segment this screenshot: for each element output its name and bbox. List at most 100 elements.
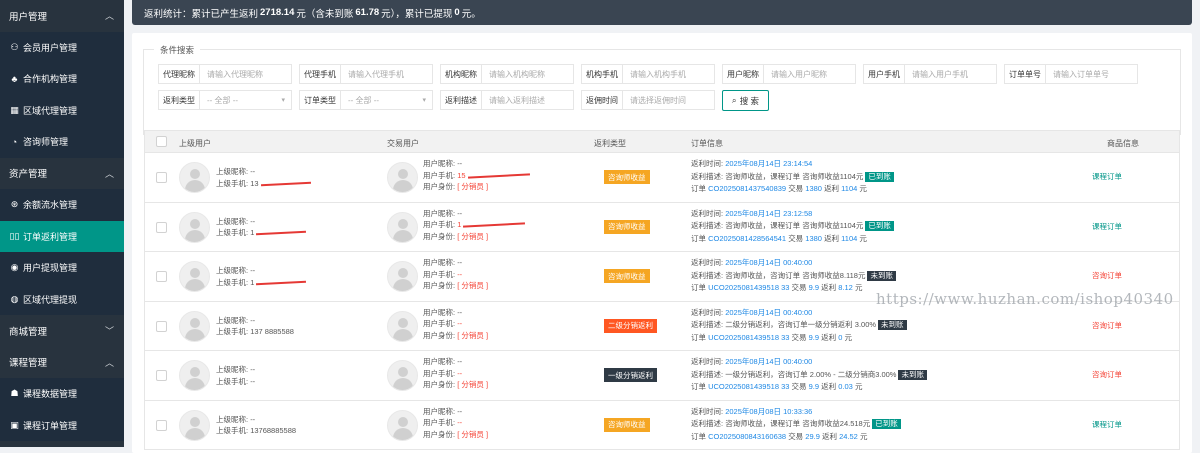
rebate-time: 2025年08月08日 10:33:36 [725, 406, 813, 416]
filter-input[interactable]: 请输入订单单号 [1045, 64, 1138, 84]
superior-phone-line: 上级手机: 1 [216, 277, 307, 289]
select-value: -- 全部 -- [348, 95, 380, 105]
sidebar-item[interactable]: ⊛ 余额流水管理 [0, 189, 124, 221]
goods-link[interactable]: 咨询订单 [1092, 320, 1122, 331]
filter-input[interactable]: 请输入机构昵称 [481, 64, 574, 84]
order-number[interactable]: CO2025080843160638 [708, 432, 786, 441]
superior-nick-line: 上级昵称: -- [216, 364, 255, 376]
header-superior: 上级用户 [179, 139, 211, 148]
redaction-mark [256, 280, 307, 285]
superior-info: 上级昵称: -- 上级手机: 1 [216, 216, 307, 239]
label: 用户身份: [423, 380, 456, 389]
filter-label: 返利类型 [158, 90, 199, 110]
filter-select[interactable]: -- 全部 -- ▾ [340, 90, 433, 110]
label: 用户手机: [423, 220, 456, 229]
header-type: 返利类型 [594, 139, 626, 148]
trader-phone: -- [457, 319, 463, 328]
row-checkbox[interactable] [156, 370, 167, 381]
label: 交易 [791, 332, 807, 342]
filter-label: 返佣时间 [581, 90, 622, 110]
sidebar-item-label: 咨询师管理 [23, 137, 69, 148]
goods-link[interactable]: 咨询订单 [1092, 369, 1122, 380]
order-info: 返利时间: 2025年08月14日 23:14:54 返利描述: 咨询师收益，课程… [691, 158, 894, 196]
sidebar-item[interactable]: ⚇ 会员用户管理 [0, 31, 124, 63]
order-info: 返利时间: 2025年08月08日 10:33:36 返利描述: 咨询师收益，课程… [691, 406, 901, 444]
sidebar-item[interactable]: ♣ 合作机构管理 [0, 63, 124, 95]
goods-link[interactable]: 课程订单 [1092, 419, 1122, 430]
sidebar-item[interactable]: ◍ 区域代理提现 [0, 283, 124, 315]
sidebar-group[interactable]: 资产管理 ︿ [0, 157, 124, 189]
table-row: 上级昵称: -- 上级手机: 13 用户昵称: -- 用户手机: 15 用户身份: [ … [144, 153, 1180, 203]
goods-link[interactable]: 咨询订单 [1092, 270, 1122, 281]
order-number[interactable]: UCO2025081439518 33 [708, 382, 789, 391]
watermark: https://www.huzhan.com/ishop40340 [876, 290, 1174, 308]
search-button[interactable]: ⌕ 搜 索 [722, 90, 769, 111]
row-checkbox[interactable] [156, 320, 167, 332]
superior-info: 上级昵称: -- 上级手机: 1 [216, 265, 307, 289]
superior-avatar [179, 360, 210, 391]
label: 上级手机: [216, 426, 249, 435]
sidebar-item[interactable]: ▯▯ 订单返利管理 [0, 220, 124, 252]
status-badge: 未到账 [878, 320, 907, 330]
select-all-checkbox[interactable] [156, 136, 167, 147]
row-checkbox[interactable] [156, 221, 167, 233]
filter-field: 返利类型 -- 全部 -- ▾ [158, 90, 299, 110]
trader-nick: -- [457, 357, 463, 366]
filter-input[interactable]: 请输入用户昵称 [763, 64, 856, 84]
sidebar-group[interactable]: 咨询管理︿ [0, 441, 124, 447]
rebate-amount: 1104 [841, 233, 858, 243]
label: 用户手机: [423, 269, 456, 279]
label: 用户手机: [423, 319, 456, 328]
label: 交易 [791, 382, 807, 391]
filter-label: 订单类型 [299, 90, 340, 110]
table-row: 上级昵称: -- 上级手机: 1 用户昵称: -- 用户手机: 1 用户身份: [ 分销… [144, 202, 1180, 252]
filter-input[interactable]: 请输入机构手机 [622, 64, 715, 84]
rebate-desc-line: 返利描述: 咨询师收益，课程订单 咨询师收益1104元 已到账 [691, 171, 894, 184]
row-checkbox[interactable] [156, 271, 167, 282]
trader-role-line: 用户身份: [ 分销员 ] [423, 429, 488, 441]
filter-field: 机构昵称 请输入机构昵称 [440, 64, 581, 84]
sidebar-item[interactable]: ▣ 课程订单管理 [0, 409, 124, 441]
redaction-mark [463, 222, 526, 228]
label: 用户手机: [423, 170, 456, 180]
input-placeholder: 请输入返利描述 [489, 95, 545, 105]
label: 上级手机: [216, 277, 249, 287]
chevron-down-icon: ▾ [281, 97, 285, 104]
trade-amount: 1380 [805, 184, 822, 193]
filter-input[interactable]: 请选择返佣时间 [622, 90, 715, 110]
row-checkbox[interactable] [156, 419, 167, 431]
input-placeholder: 请输入机构昵称 [489, 69, 545, 79]
filter-select[interactable]: -- 全部 -- ▾ [199, 90, 292, 110]
input-placeholder: 请输入订单单号 [1053, 69, 1109, 79]
trader-avatar [387, 162, 418, 193]
filter-input[interactable]: 请输入用户手机 [904, 64, 997, 84]
sidebar-item-label: 用户提现管理 [23, 263, 78, 274]
label: 上级昵称: [216, 216, 249, 226]
filter-input[interactable]: 请输入代理手机 [340, 64, 433, 84]
sidebar-item[interactable]: ◔ 咨询师管理 [0, 126, 124, 158]
sidebar-group[interactable]: 商城管理 ﹀ [0, 315, 124, 347]
filter-field: 代理手机 请输入代理手机 [299, 64, 440, 84]
trader-role: [ 分销员 ] [457, 380, 489, 389]
trader-nick-line: 用户昵称: -- [423, 158, 530, 170]
rebate-type-badge: 咨询师收益 [604, 219, 650, 234]
order-number[interactable]: UCO2025081439518 33 [708, 333, 789, 342]
goods-link[interactable]: 课程订单 [1092, 221, 1122, 232]
sidebar-item[interactable]: ☗ 课程数据管理 [0, 378, 124, 410]
row-checkbox[interactable] [156, 172, 167, 183]
filter-input[interactable]: 请输入返利描述 [481, 90, 574, 110]
label: 返利描述: [691, 171, 724, 181]
label: 返利时间: [691, 307, 724, 317]
sidebar-group[interactable]: 用户管理 ︿ [0, 0, 124, 32]
goods-link[interactable]: 课程订单 [1092, 171, 1122, 182]
order-number[interactable]: CO2025081428564541 [708, 234, 786, 243]
sidebar-group[interactable]: 课程管理 ︿ [0, 346, 124, 378]
sidebar-item[interactable]: ◉ 用户提现管理 [0, 252, 124, 284]
superior-avatar [179, 211, 210, 243]
sidebar-item[interactable]: ▦ 区域代理管理 [0, 94, 124, 126]
filter-input[interactable]: 请输入代理昵称 [199, 64, 292, 84]
order-number[interactable]: UCO2025081439518 33 [708, 283, 789, 292]
label: 用户身份: [423, 231, 456, 241]
order-number[interactable]: CO2025081437540839 [708, 184, 786, 193]
label: 上级昵称: [216, 167, 249, 176]
